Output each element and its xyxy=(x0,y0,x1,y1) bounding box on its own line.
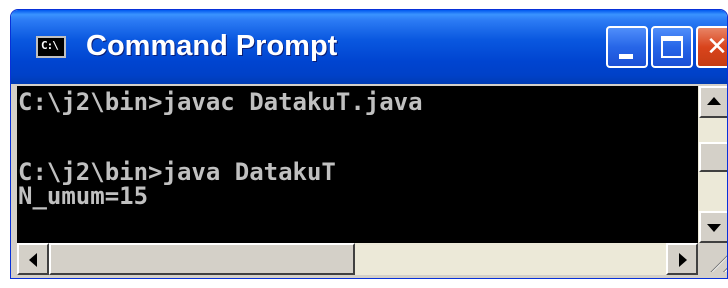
horizontal-scroll-thumb[interactable] xyxy=(49,243,355,275)
minimize-button[interactable] xyxy=(606,26,648,68)
resize-grip-icon[interactable] xyxy=(698,243,727,275)
close-icon: ✕ xyxy=(706,32,728,62)
arrow-up-icon xyxy=(707,97,721,105)
vertical-scroll-thumb[interactable] xyxy=(699,142,727,172)
window-title: Command Prompt xyxy=(86,30,338,62)
vertical-scrollbar[interactable] xyxy=(698,86,727,243)
title-bar[interactable]: C:\ Command Prompt ✕ xyxy=(11,10,727,84)
scroll-down-button[interactable] xyxy=(699,211,727,243)
arrow-right-icon xyxy=(679,253,687,267)
command-prompt-window: C:\ Command Prompt ✕ C:\j2\bin>javac Dat… xyxy=(10,9,728,279)
arrow-down-icon xyxy=(707,224,721,232)
scroll-left-button[interactable] xyxy=(17,243,49,275)
console-output[interactable]: C:\j2\bin>javac DatakuT.java C:\j2\bin>j… xyxy=(17,86,698,243)
minimize-icon xyxy=(619,54,633,59)
console-icon[interactable]: C:\ xyxy=(36,36,66,58)
scroll-up-button[interactable] xyxy=(699,86,727,118)
scroll-right-button[interactable] xyxy=(666,243,698,275)
maximize-button[interactable] xyxy=(651,26,693,68)
horizontal-scrollbar[interactable] xyxy=(17,243,698,275)
console-icon-label: C:\ xyxy=(41,39,59,52)
console-line: N_umum=15 xyxy=(18,182,149,210)
arrow-left-icon xyxy=(29,253,37,267)
maximize-icon xyxy=(661,36,683,58)
console-line: C:\j2\bin>javac DatakuT.java xyxy=(18,88,423,116)
close-button[interactable]: ✕ xyxy=(696,26,728,68)
